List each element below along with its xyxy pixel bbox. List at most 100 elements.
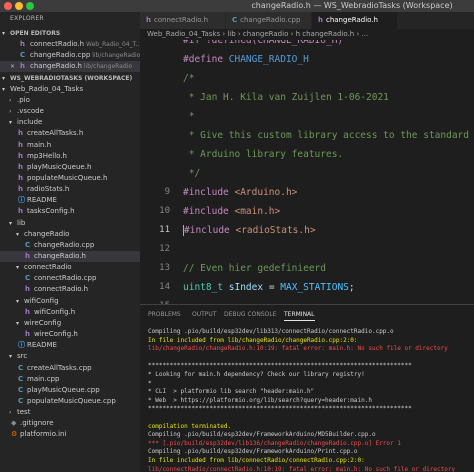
code-line[interactable]: 14 uint8_t sIndex = MAX_STATIONS; xyxy=(140,278,474,297)
editor-tab[interactable]: h changeRadio.h xyxy=(312,12,398,29)
folder-label: lib xyxy=(17,218,26,227)
file-item[interactable]: h createAllTasks.h xyxy=(0,128,140,139)
header-file-icon: h xyxy=(318,16,323,24)
open-editors-title: OPEN EDITORS xyxy=(10,30,61,37)
breadcrumb[interactable]: Web_Radio_04_Tasks › lib › changeRadio ›… xyxy=(140,29,474,40)
file-item[interactable]: h main.h xyxy=(0,140,140,151)
code-line[interactable]: 11 #include <radioStats.h> xyxy=(140,221,474,240)
header-file-icon: h xyxy=(146,16,151,24)
explorer-header: EXPLORER xyxy=(10,15,44,22)
code-line[interactable]: 12 xyxy=(140,240,474,259)
code-line[interactable]: 10 #include <main.h> xyxy=(140,202,474,221)
terminal-line: * Looking for main.h dependency? Check o… xyxy=(148,371,365,378)
file-item[interactable]: ⚙ platformio.ini xyxy=(0,429,140,440)
file-item[interactable]: h playMusicQueue.h xyxy=(0,162,140,173)
open-editor-label: changeRadio.cpp lib/changeRadio xyxy=(30,51,140,60)
header-file-icon: h xyxy=(20,40,25,49)
code-line[interactable]: 9 #include <Arduino.h> xyxy=(140,183,474,202)
chevron-down-icon: ▾ xyxy=(9,353,13,361)
file-item[interactable]: ◆ .gitignore xyxy=(0,418,140,429)
file-item[interactable]: h mp3Hello.h xyxy=(0,151,140,162)
terminal-line: * xyxy=(148,379,152,387)
file-item[interactable]: h wireConfig.h xyxy=(0,329,140,340)
folder-item[interactable]: ▾ src xyxy=(0,351,140,362)
folder-item[interactable]: › .pio xyxy=(0,95,140,106)
chevron-down-icon: ▾ xyxy=(9,119,13,127)
editor-tab[interactable]: h connectRadio.h xyxy=(140,12,226,29)
file-item[interactable]: CpopulateMusicQueue.cpp xyxy=(0,396,140,407)
file-item[interactable]: CconnectRadio.cpp xyxy=(0,273,140,284)
code-line[interactable]: #if !defined(CHANGE_RADIO_H) xyxy=(140,40,474,50)
file-label: .gitignore xyxy=(20,419,54,428)
header-file-icon: h xyxy=(18,151,23,160)
code-line[interactable]: 15 xyxy=(140,297,474,304)
open-editor-item[interactable]: h connectRadio.h Web_Radio_04_T... xyxy=(0,39,140,50)
open-editor-item[interactable]: × h changeRadio.h lib/changeRadio xyxy=(0,61,140,73)
file-item[interactable]: h tasksConfig.h xyxy=(0,206,140,217)
header-file-icon: h xyxy=(25,307,30,316)
panel-tab-terminal[interactable]: TERMINAL xyxy=(284,311,315,321)
folder-item[interactable]: ▾ changeRadio xyxy=(0,229,140,240)
panel-tab-debug-console[interactable]: DEBUG CONSOLE xyxy=(224,311,277,318)
code-line[interactable]: */ xyxy=(140,164,474,183)
code-text: */ xyxy=(183,168,201,179)
file-item[interactable]: h radioStats.h xyxy=(0,184,140,195)
file-item[interactable]: h changeRadio.h xyxy=(0,251,140,262)
header-file-icon: h xyxy=(18,207,23,216)
file-item[interactable]: ⓘ README xyxy=(0,340,140,351)
zoom-window-button[interactable] xyxy=(26,2,34,10)
code-line[interactable]: #define CHANGE_RADIO_H xyxy=(140,50,474,69)
code-line[interactable]: * xyxy=(140,107,474,126)
chevron-down-icon: ▾ xyxy=(16,297,20,305)
header-file-icon: h xyxy=(20,62,25,71)
terminal-line: compilation terminated. xyxy=(148,422,232,430)
code-text: #include <main.h> xyxy=(183,206,281,217)
open-editor-item[interactable]: CchangeRadio.cpp lib/changeRadio xyxy=(0,50,140,61)
folder-item[interactable]: ▾ lib xyxy=(0,218,140,229)
code-line[interactable]: * Give this custom library access to the… xyxy=(140,126,474,145)
file-item[interactable]: h wifiConfig.h xyxy=(0,307,140,318)
file-item[interactable]: CplayMusicQueue.cpp xyxy=(0,385,140,396)
minimize-window-button[interactable] xyxy=(15,2,23,10)
terminal-line: *** [.pio/build/esp32dev/lib136/changeRa… xyxy=(148,439,401,447)
terminal-line: ****************************************… xyxy=(148,405,412,413)
code-line[interactable]: /* xyxy=(140,69,474,88)
code-line[interactable]: * Jan H. Kila van Zuijlen 1-06-2021 xyxy=(140,88,474,107)
editor-tab-label: connectRadio.h xyxy=(153,16,209,24)
editor-tab[interactable]: CchangeRadio.cpp xyxy=(226,12,312,29)
close-icon[interactable]: × xyxy=(10,61,15,72)
readme-file-icon: ⓘ xyxy=(18,341,25,350)
file-item[interactable]: ⓘ README xyxy=(0,195,140,206)
folder-label: src xyxy=(17,352,28,361)
chevron-right-icon: › xyxy=(9,108,12,116)
file-label: playMusicQueue.h xyxy=(27,162,92,171)
editor-tab-label: changeRadio.h xyxy=(325,16,378,24)
file-item[interactable]: Cmain.cpp xyxy=(0,374,140,385)
file-item[interactable]: h populateMusicQueue.h xyxy=(0,173,140,184)
folder-item[interactable]: ▾ wifiConfig xyxy=(0,296,140,307)
folder-item[interactable]: ▾ include xyxy=(0,117,140,128)
file-item[interactable]: CcreateAllTasks.cpp xyxy=(0,363,140,374)
workspace-section[interactable]: ▾ WS_WEBRADIOTASKS (WORKSPACE) xyxy=(0,73,140,84)
file-label: changeRadio.h xyxy=(34,252,86,260)
panel-tab-problems[interactable]: PROBLEMS xyxy=(148,311,181,318)
file-label: main.cpp xyxy=(27,374,60,383)
folder-item[interactable]: ▾ wireConfig xyxy=(0,318,140,329)
code-editor[interactable]: #if !defined(CHANGE_RADIO_H) #define CHAN… xyxy=(140,40,474,304)
file-label: README xyxy=(27,341,57,350)
folder-item[interactable]: › test xyxy=(0,407,140,418)
code-line[interactable]: * Arduino library features. xyxy=(140,145,474,164)
file-label: platformio.ini xyxy=(20,430,67,439)
file-item[interactable]: h connectRadio.h xyxy=(0,284,140,295)
file-label: radioStats.h xyxy=(27,185,70,194)
folder-label: include xyxy=(17,118,43,127)
file-item[interactable]: CchangeRadio.cpp xyxy=(0,240,140,251)
folder-item[interactable]: ▾ connectRadio xyxy=(0,262,140,273)
close-window-button[interactable] xyxy=(4,2,12,10)
panel-tab-output[interactable]: OUTPUT xyxy=(192,311,216,318)
code-line[interactable]: 13 // Even hier gedefinieerd xyxy=(140,259,474,278)
folder-item[interactable]: › .vscode xyxy=(0,106,140,117)
folder-item[interactable]: ▾ Web_Radio_04_Tasks xyxy=(0,84,140,95)
open-editors-section[interactable]: ▾ OPEN EDITORS xyxy=(0,28,140,39)
header-file-icon: h xyxy=(18,185,23,194)
